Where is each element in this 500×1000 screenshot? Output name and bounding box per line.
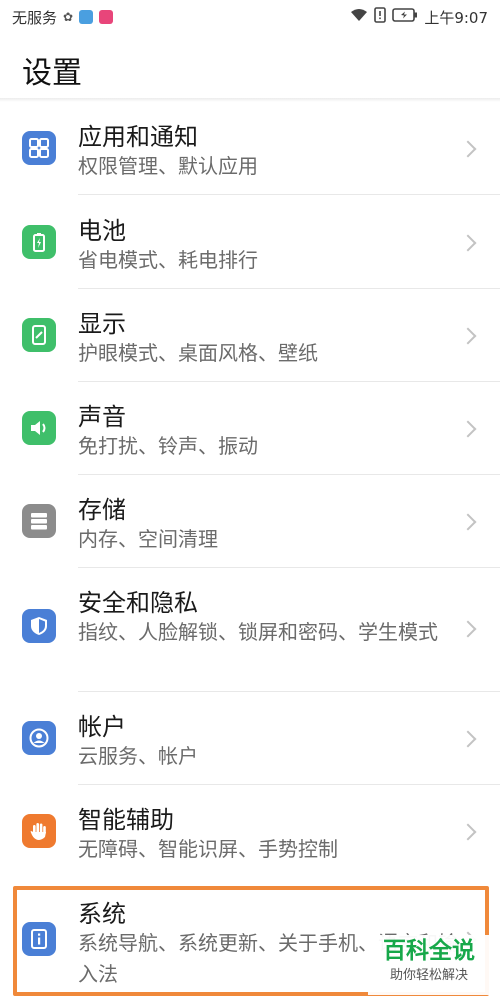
- item-subtitle: 指纹、人脸解锁、锁屏和密码、学生模式: [78, 620, 438, 644]
- item-title: 智能辅助: [78, 806, 174, 834]
- speaker-icon: [22, 411, 56, 445]
- bulb-icon: [79, 10, 94, 24]
- hand-icon: [22, 814, 56, 848]
- battery-icon: [22, 225, 56, 259]
- item-title: 声音: [78, 403, 126, 431]
- wifi-icon: [350, 8, 368, 26]
- huawei-logo-icon: ✿: [63, 10, 74, 24]
- item-title: 帐户: [78, 713, 126, 741]
- display-icon: [22, 318, 56, 352]
- settings-item-sound[interactable]: 声音 免打扰、铃声、振动: [0, 381, 500, 474]
- item-subtitle: 护眼模式、桌面风格、壁纸: [78, 341, 318, 365]
- item-subtitle: 省电模式、耗电排行: [78, 248, 258, 272]
- watermark-title: 百科全说: [383, 938, 475, 964]
- message-icon: [99, 10, 114, 24]
- shield-icon: [22, 609, 56, 643]
- carrier-label: 无服务: [12, 8, 58, 27]
- settings-item-smart-assistance[interactable]: 智能辅助 无障碍、智能识屏、手势控制: [0, 784, 500, 878]
- settings-item-storage[interactable]: 存储 内存、空间清理: [0, 474, 500, 567]
- item-subtitle: 云服务、帐户: [78, 744, 198, 768]
- item-subtitle: 权限管理、默认应用: [78, 154, 258, 178]
- watermark: 百科全说 助你轻松解决: [368, 935, 490, 995]
- settings-item-battery[interactable]: 电池 省电模式、耗电排行: [0, 195, 500, 288]
- item-subtitle: 免打扰、铃声、振动: [78, 434, 258, 458]
- item-subtitle: 内存、空间清理: [78, 527, 218, 551]
- settings-item-apps-notifications[interactable]: 应用和通知 权限管理、默认应用: [0, 101, 500, 195]
- account-icon: [22, 721, 56, 755]
- item-title: 电池: [78, 217, 126, 245]
- status-bar: 无服务 ✿ 上午9:07: [0, 0, 500, 34]
- settings-item-security-privacy[interactable]: 安全和隐私 指纹、人脸解锁、锁屏和密码、学生模式: [0, 567, 500, 691]
- item-title: 显示: [78, 310, 126, 338]
- item-title: 应用和通知: [78, 123, 198, 151]
- apps-grid-icon: [22, 131, 56, 165]
- watermark-subtitle: 助你轻松解决: [389, 968, 468, 983]
- battery-icon: [392, 8, 418, 26]
- item-title: 存储: [78, 496, 126, 524]
- sim-alert-icon: [374, 7, 387, 27]
- page-title: 设置: [22, 56, 82, 91]
- clock-label: 上午9:07: [424, 8, 488, 27]
- settings-item-account[interactable]: 帐户 云服务、帐户: [0, 691, 500, 784]
- storage-icon: [22, 504, 56, 538]
- settings-item-display[interactable]: 显示 护眼模式、桌面风格、壁纸: [0, 288, 500, 381]
- item-title: 安全和隐私: [78, 589, 198, 617]
- item-subtitle: 无障碍、智能识屏、手势控制: [78, 837, 338, 861]
